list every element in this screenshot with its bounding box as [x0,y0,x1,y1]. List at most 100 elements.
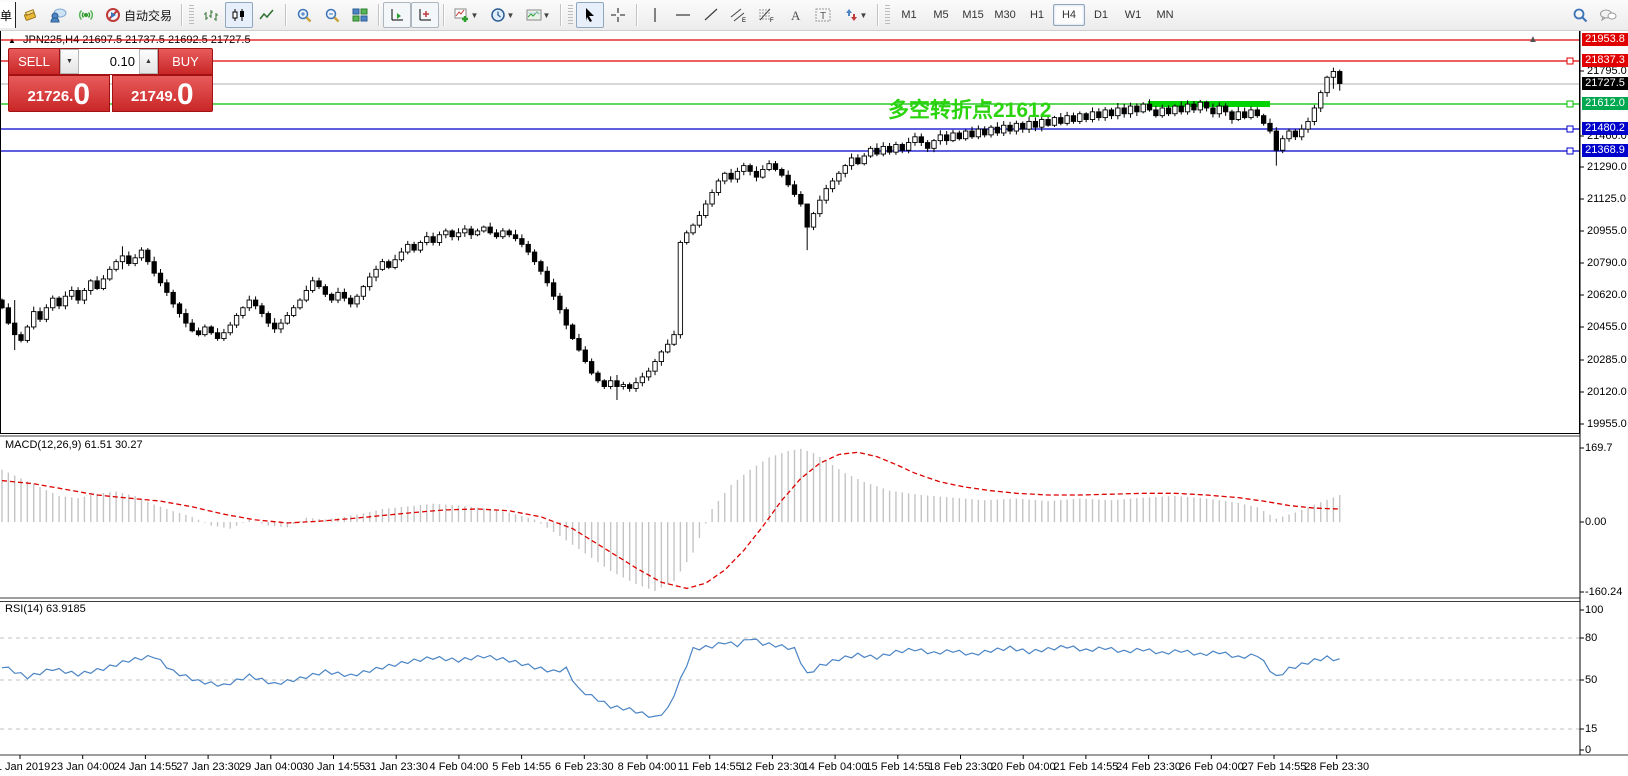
crosshair-button[interactable] [604,2,632,28]
indicators-button[interactable]: ▼ [448,2,484,28]
line-chart-icon [259,7,275,23]
level-price-tag[interactable]: 21612.0 [1582,97,1628,110]
signals-icon [78,7,94,23]
timeframe-m5[interactable]: M5 [925,4,957,26]
price-axis-tick: 20120.0 [1587,386,1627,398]
svg-text:A: A [791,8,801,23]
volume-increase-button[interactable]: ▲ [139,49,158,74]
buy-price-last-digit: 0 [177,80,194,110]
buy-button[interactable]: BUY [158,48,213,75]
buy-price-main: 21749. [131,84,177,110]
timeframe-mn[interactable]: MN [1149,4,1181,26]
timeframe-m15[interactable]: M15 [957,4,989,26]
time-axis-label: 28 Feb 23:30 [1304,761,1369,773]
buy-price-display[interactable]: 21749.0 [112,75,214,112]
bar-chart-button[interactable] [197,2,225,28]
level-price-tag[interactable]: 21837.3 [1582,54,1628,67]
sell-price-display[interactable]: 21726.0 [8,75,110,112]
text-button[interactable]: A [781,2,809,28]
timeframe-toolbar: M1 M5 M15 M30 H1 H4 D1 W1 MN [893,0,1181,30]
candlestick-chart-button[interactable] [225,2,253,28]
timeframe-h4[interactable]: H4 [1053,4,1085,26]
price-axis-tick: 20285.0 [1587,354,1627,366]
chart-shift-icon [417,7,433,23]
chat-icon [1599,7,1617,23]
new-order-button[interactable]: 单 [0,2,16,28]
timeframe-d1[interactable]: D1 [1085,4,1117,26]
timeframe-m30[interactable]: M30 [989,4,1021,26]
tile-windows-button[interactable] [346,2,374,28]
time-axis-label: 24 Feb 23:30 [1116,761,1181,773]
time-axis-label: 23 Jan 04:00 [51,761,115,773]
sell-price-main: 21726. [27,84,73,110]
rsi-axis-tick: 50 [1585,674,1597,686]
application-window: 单 自动交易 ▼ ▼ ▼ E F A T ▼ [0,0,1628,776]
trendline-icon [703,7,719,23]
line-chart-button[interactable] [253,2,281,28]
level-price-tag[interactable]: 21368.9 [1582,144,1628,157]
rsi-axis-tick: 15 [1585,723,1597,735]
time-axis-label: 29 Jan 04:00 [239,761,303,773]
volume-input[interactable] [79,49,139,74]
candlestick-chart-icon [231,7,247,23]
scroll-up-icon[interactable]: ▲ [1528,34,1538,45]
auto-scroll-button[interactable] [383,2,411,28]
time-axis-label: 12 Feb 23:30 [740,761,805,773]
crosshair-icon [610,7,626,23]
timeframe-w1[interactable]: W1 [1117,4,1149,26]
signals-button[interactable] [72,2,100,28]
time-axis-label: 27 Feb 14:55 [1242,761,1307,773]
toolbar-separator [378,4,379,26]
time-axis-label: 4 Feb 04:00 [430,761,489,773]
level-price-tag[interactable]: 21480.2 [1582,122,1628,135]
time-axis-label: 14 Feb 04:00 [803,761,868,773]
timeframe-h1[interactable]: H1 [1021,4,1053,26]
svg-text:F: F [770,18,774,23]
pivot-annotation: 多空转折点21612 [888,94,1051,124]
toolbar-separator [636,4,637,26]
chart-shift-button[interactable] [411,2,439,28]
sell-button[interactable]: SELL [8,48,60,75]
chevron-down-icon: ▼ [507,11,515,20]
fibonacci-button[interactable]: F [753,2,781,28]
price-axis-tick: 20955.0 [1587,225,1627,237]
chart-window[interactable]: ▲ JPN225,H4 21697.5 21737.5 21692.5 2172… [0,30,1628,776]
trendline-button[interactable] [697,2,725,28]
autotrading-button[interactable]: 自动交易 [100,2,177,28]
new-order-label: 单 [0,7,12,24]
time-axis-label: 31 Jan 23:30 [364,761,428,773]
toolbar-grip [189,5,194,25]
market-button[interactable] [16,2,44,28]
volume-box: ▼ ▲ [60,48,158,75]
horizontal-line-button[interactable] [669,2,697,28]
macd-indicator-label: MACD(12,26,9) 61.51 30.27 [5,439,143,451]
vertical-line-button[interactable] [641,2,669,28]
toolbar-separator [560,4,561,26]
time-axis-label: 21 Jan 2019 [0,761,50,773]
community-button[interactable] [44,2,72,28]
search-button[interactable] [1566,2,1594,28]
zoom-out-button[interactable] [318,2,346,28]
arrows-button[interactable]: ▼ [837,2,873,28]
macd-axis-tick: 0.00 [1585,516,1606,528]
chat-button[interactable] [1594,2,1622,28]
zoom-in-button[interactable] [290,2,318,28]
templates-icon [526,7,542,23]
zoom-out-icon [324,7,340,23]
chart-plot-area[interactable] [0,30,1628,776]
one-click-trading-panel: SELL ▼ ▲ BUY 21726.0 21749.0 [8,48,213,112]
market-icon [22,7,38,23]
toolbar: 单 自动交易 ▼ ▼ ▼ E F A T ▼ [0,0,1628,31]
periods-button[interactable]: ▼ [484,2,520,28]
cursor-button[interactable] [576,2,604,28]
equidistant-channel-button[interactable]: E [725,2,753,28]
macd-axis-tick: 169.7 [1585,442,1613,454]
fibonacci-icon: F [758,7,776,23]
timeframe-m1[interactable]: M1 [893,4,925,26]
level-price-tag[interactable]: 21953.8 [1582,33,1628,46]
time-axis-label: 11 Feb 14:55 [678,761,742,773]
templates-button[interactable]: ▼ [520,2,556,28]
price-axis-tick: 20620.0 [1587,289,1627,301]
volume-decrease-button[interactable]: ▼ [60,49,79,74]
text-label-button[interactable]: T [809,2,837,28]
